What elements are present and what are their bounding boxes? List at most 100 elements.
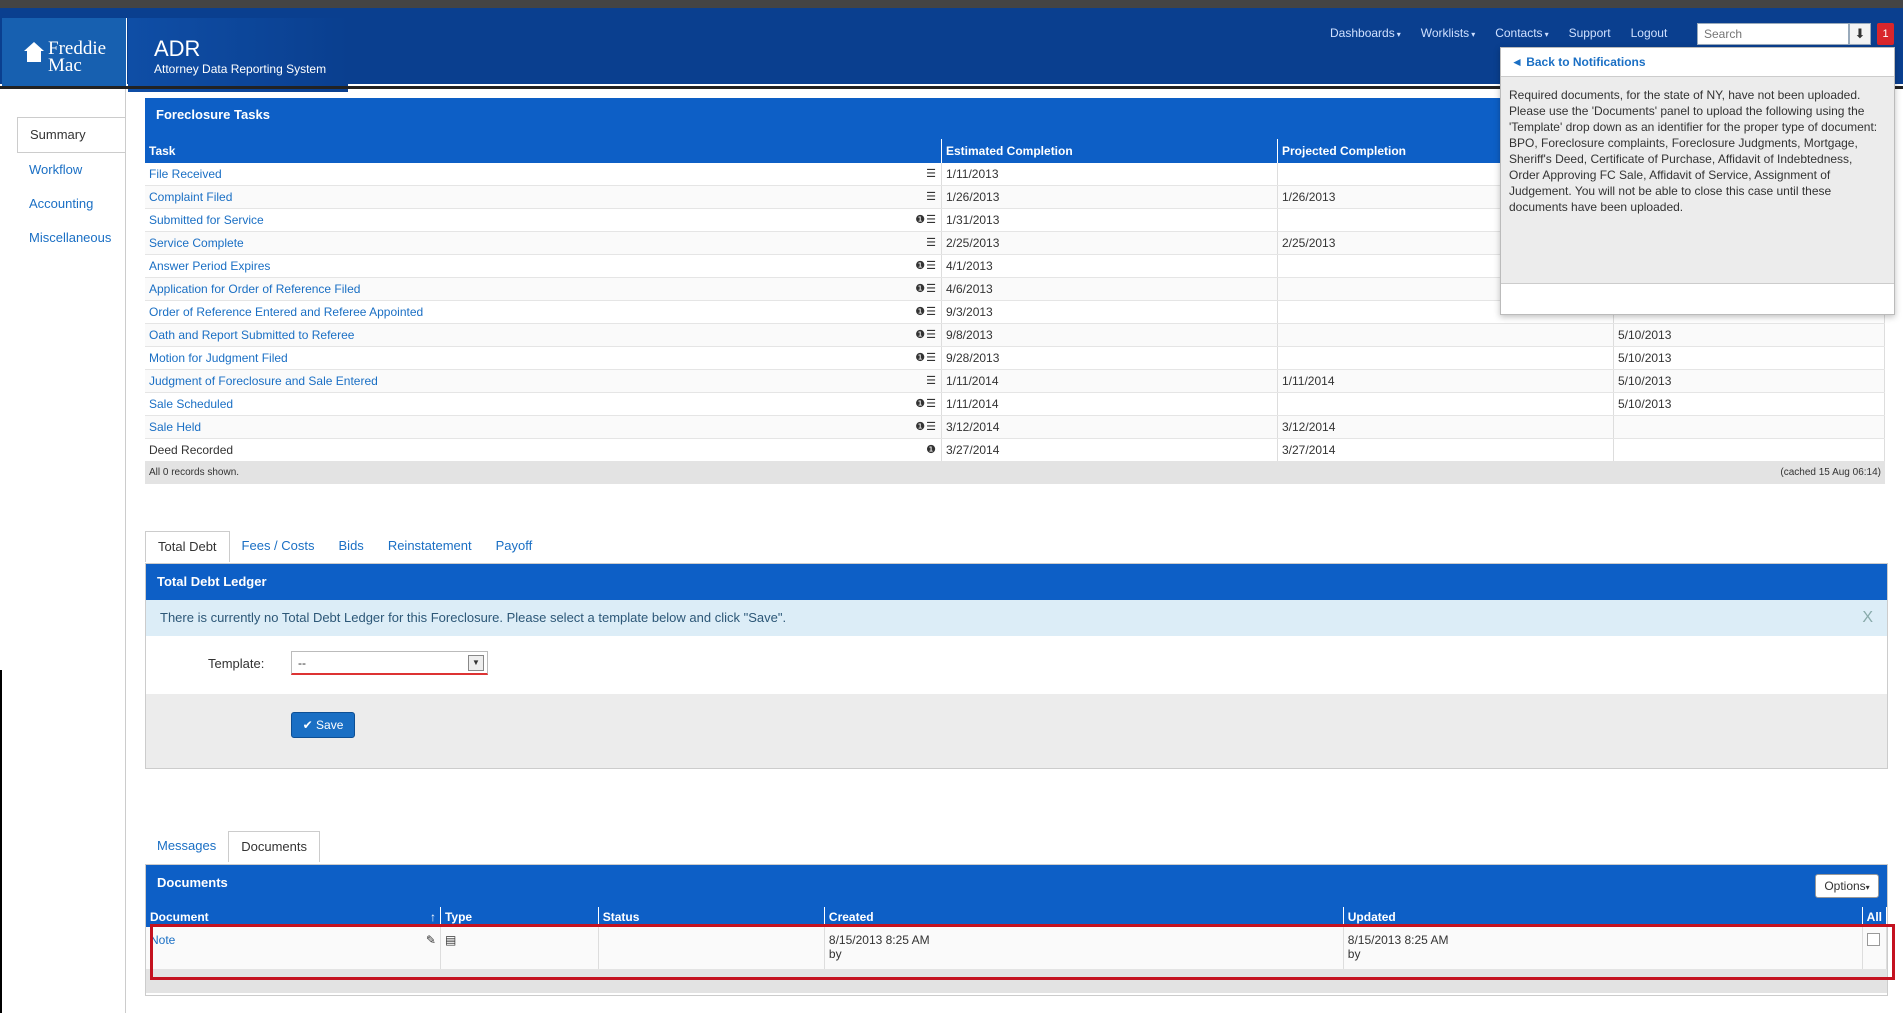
task-link[interactable]: Order of Reference Entered and Referee A… [149,305,423,319]
tab-bids[interactable]: Bids [327,531,376,561]
task-actions-icon[interactable]: ☰ [926,190,937,203]
task-link[interactable]: Service Complete [149,236,244,250]
nav-support[interactable]: Support [1569,26,1611,40]
template-select[interactable]: -- ▼ [291,651,488,675]
top-nav: Dashboards ▾ Worklists ▾ Contacts ▾ Support… [1330,26,1667,40]
tasks-footer: All 0 records shown. (cached 15 Aug 06:1… [145,461,1885,484]
nav-dashboards[interactable]: Dashboards ▾ [1330,26,1401,40]
cell-estimated: 1/11/2014 [941,392,1278,416]
cell-estimated: 3/27/2014 [941,438,1278,462]
cell-estimated: 1/11/2014 [941,369,1278,393]
ledger-actions-bar [146,694,1887,768]
cell-estimated: 9/8/2013 [941,323,1278,347]
task-actions-icon[interactable]: ☰ [926,236,937,249]
notification-badge[interactable]: 1 [1877,23,1894,45]
nav-worklists[interactable]: Worklists ▾ [1421,26,1475,40]
download-icon[interactable]: ⬇ [1849,23,1871,45]
task-link[interactable]: Submitted for Service [149,213,264,227]
cell-estimated: 9/28/2013 [941,346,1278,370]
task-actions-icon[interactable]: ☰ [926,167,937,180]
cell-task: Deed Recorded ❶ [145,438,942,462]
tab-payoff[interactable]: Payoff [484,531,545,561]
sidebar-item-workflow[interactable]: Workflow [17,153,125,187]
task-actions-icon[interactable]: ❶☰ [915,305,937,318]
cell-task: Complaint Filed ☰ [145,185,942,209]
task-link[interactable]: Sale Held [149,420,201,434]
task-actions-icon[interactable]: ❶☰ [915,351,937,364]
cell-projected: 3/12/2014 [1277,415,1614,439]
task-link[interactable]: File Received [149,167,222,181]
sidebar: Summary Workflow Accounting Miscellaneou… [17,117,125,255]
tab-documents[interactable]: Documents [228,831,320,862]
table-row: Sale Scheduled ❶☰ 1/11/2014 5/10/2013 [145,392,1885,416]
template-label: Template: [208,656,265,671]
search-input[interactable] [1697,23,1849,45]
task-link[interactable]: Judgment of Foreclosure and Sale Entered [149,374,378,388]
chevron-down-icon[interactable]: ▼ [468,655,484,671]
notification-message: Required documents, for the state of NY,… [1509,88,1878,214]
sidebar-item-accounting[interactable]: Accounting [17,187,125,221]
doc-tabs: Messages Documents [145,831,320,862]
table-row: Deed Recorded ❶ 3/27/2014 3/27/2014 [145,438,1885,462]
ledger-info-alert: There is currently no Total Debt Ledger … [146,600,1887,636]
sidebar-item-summary[interactable]: Summary [17,117,125,153]
task-actions-icon[interactable]: ❶ [926,443,937,456]
house-icon [24,42,44,62]
nav-contacts[interactable]: Contacts ▾ [1495,26,1548,40]
cell-estimated: 2/25/2013 [941,231,1278,255]
task-actions-icon[interactable]: ❶☰ [915,328,937,341]
table-row: Motion for Judgment Filed ❶☰ 9/28/2013 5/10… [145,346,1885,370]
cell-task: File Received ☰ [145,163,942,186]
task-link[interactable]: Oath and Report Submitted to Referee [149,328,354,342]
close-icon[interactable]: X [1862,600,1873,636]
task-link[interactable]: Application for Order of Reference Filed [149,282,360,296]
task-actions-icon[interactable]: ❶☰ [915,213,937,226]
cache-timestamp: (cached 15 Aug 06:14) [1780,467,1881,478]
task-link[interactable]: Answer Period Expires [149,259,270,273]
cell-task: Sale Held ❶☰ [145,415,942,439]
cell-extra: 5/10/2013 [1613,392,1885,416]
cell-estimated: 1/26/2013 [941,185,1278,209]
caret-down-icon: ▾ [1544,30,1549,39]
app-subtitle: Attorney Data Reporting System [154,62,327,76]
caret-down-icon: ▾ [1865,883,1870,892]
options-button[interactable]: Options▾ [1815,874,1879,898]
task-link: Deed Recorded [149,443,234,457]
cell-task: Motion for Judgment Filed ❶☰ [145,346,942,370]
task-actions-icon[interactable]: ❶☰ [915,420,937,433]
nav-logout[interactable]: Logout [1631,26,1668,40]
check-icon: ✔ [302,718,313,732]
app-title: ADR [154,36,201,61]
sidebar-item-miscellaneous[interactable]: Miscellaneous [17,221,125,255]
cell-projected [1277,346,1614,370]
task-actions-icon[interactable]: ☰ [926,374,937,387]
cell-task: Sale Scheduled ❶☰ [145,392,942,416]
cell-task: Oath and Report Submitted to Referee ❶☰ [145,323,942,347]
cell-estimated: 9/3/2013 [941,300,1278,324]
tab-fees-costs[interactable]: Fees / Costs [230,531,327,561]
col-estimated-completion[interactable]: Estimated Completion [941,139,1278,163]
cell-estimated: 1/11/2013 [941,163,1278,186]
highlight-annotation [150,924,1895,980]
task-link[interactable]: Sale Scheduled [149,397,233,411]
tab-reinstatement[interactable]: Reinstatement [376,531,484,561]
back-to-notifications-link[interactable]: ◄ Back to Notifications [1501,48,1894,77]
app-brand: ADR Attorney Data Reporting System [128,18,348,92]
tab-messages[interactable]: Messages [145,831,228,861]
task-actions-icon[interactable]: ❶☰ [915,259,937,272]
task-actions-icon[interactable]: ❶☰ [915,397,937,410]
task-link[interactable]: Motion for Judgment Filed [149,351,288,365]
save-button[interactable]: ✔ Save [291,712,355,738]
table-row: Judgment of Foreclosure and Sale Entered… [145,369,1885,393]
freddie-mac-logo[interactable]: Freddie Mac [2,18,127,92]
task-link[interactable]: Complaint Filed [149,190,232,204]
cell-task: Submitted for Service ❶☰ [145,208,942,232]
records-count: All 0 records shown. [149,467,240,478]
tab-total-debt[interactable]: Total Debt [145,531,230,562]
ledger-info-text: There is currently no Total Debt Ledger … [160,610,787,625]
task-actions-icon[interactable]: ❶☰ [915,282,937,295]
cell-task: Judgment of Foreclosure and Sale Entered… [145,369,942,393]
notification-footer [1501,283,1894,314]
table-row: Sale Held ❶☰ 3/12/2014 3/12/2014 [145,415,1885,439]
col-task[interactable]: Task [145,139,942,163]
